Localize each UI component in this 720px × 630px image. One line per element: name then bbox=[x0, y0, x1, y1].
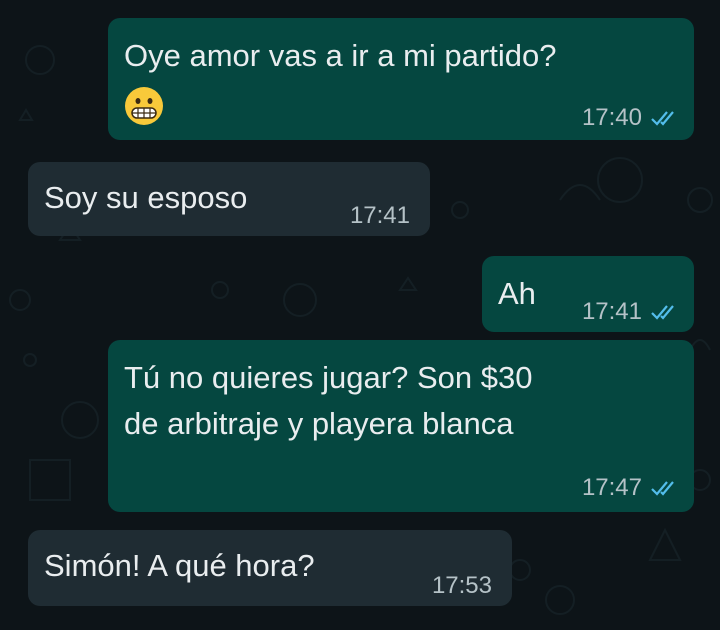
message-text: Simón! A qué hora? bbox=[44, 548, 315, 583]
message-bubble-incoming-1[interactable]: Soy su esposo 17:41 bbox=[28, 162, 430, 236]
message-bubble-outgoing-2[interactable]: Ah 17:41 bbox=[482, 256, 694, 332]
message-text-line-1: Tú no quieres jugar? Son $30 bbox=[124, 360, 533, 395]
message-text: Oye amor vas a ir a mi partido? bbox=[124, 38, 557, 73]
message-time: 17:41 bbox=[581, 298, 642, 325]
message-meta: 17:53 bbox=[432, 566, 492, 606]
message-text: Soy su esposo bbox=[44, 180, 248, 215]
message-bubble-outgoing-1[interactable]: Oye amor vas a ir a mi partido? 17:40 bbox=[108, 18, 694, 140]
double-check-read-icon bbox=[651, 481, 674, 496]
double-check-read-icon bbox=[651, 305, 674, 320]
message-bubble-incoming-2[interactable]: Simón! A qué hora? 17:53 bbox=[28, 530, 512, 606]
message-meta: 17:40 bbox=[582, 98, 680, 138]
message-text-line-2: de arbitraje y playera blanca bbox=[124, 406, 514, 441]
grimacing-face-emoji-icon bbox=[125, 87, 163, 125]
message-time: 17:41 bbox=[349, 202, 410, 229]
message-time: 17:53 bbox=[431, 572, 492, 599]
double-check-read-icon bbox=[651, 111, 674, 126]
message-meta: 17:41 bbox=[350, 196, 410, 236]
message-meta: 17:47 bbox=[582, 468, 680, 508]
message-time: 17:47 bbox=[581, 474, 642, 501]
message-meta: 17:41 bbox=[582, 292, 680, 332]
message-time: 17:40 bbox=[581, 104, 642, 131]
message-bubble-outgoing-3[interactable]: Tú no quieres jugar? Son $30 de arbitraj… bbox=[108, 340, 694, 512]
message-text: Ah bbox=[498, 276, 536, 311]
